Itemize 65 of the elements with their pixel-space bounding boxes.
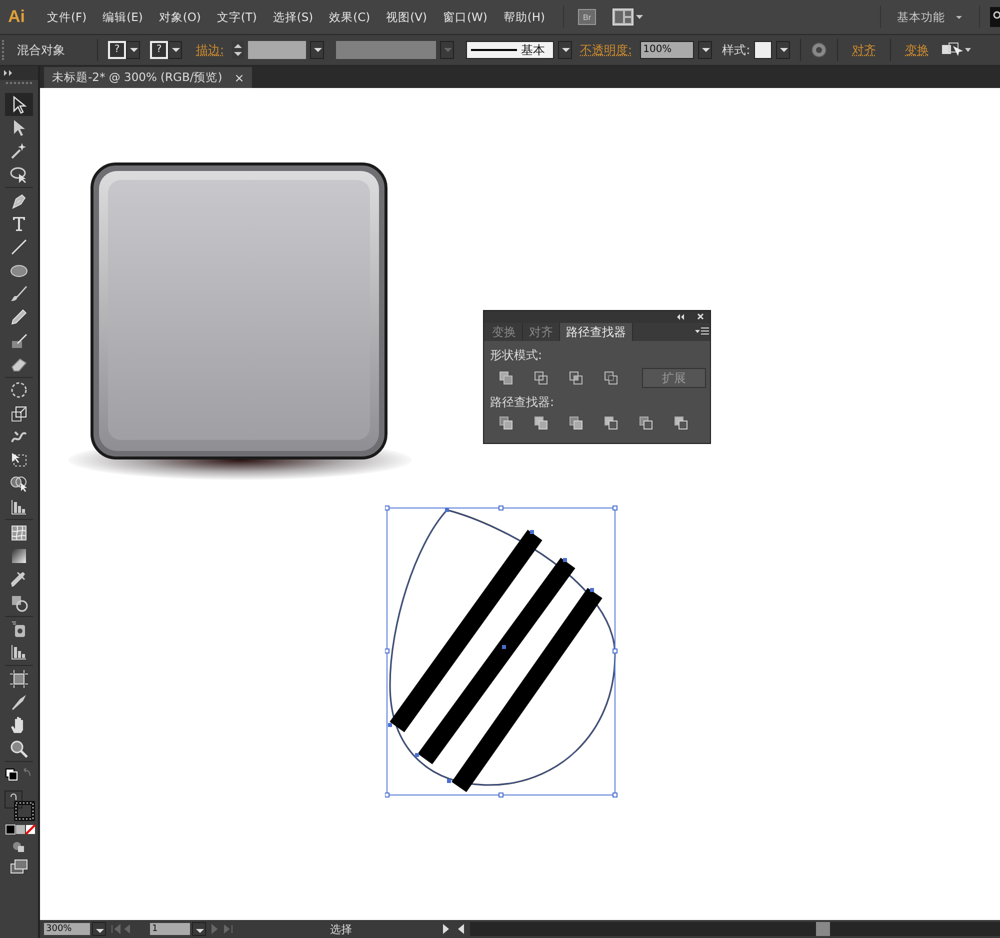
section-label: 形状模式:	[490, 347, 544, 364]
tool-button[interactable]	[5, 93, 33, 116]
panel-tab[interactable]: 路径查找器	[560, 323, 633, 341]
transform-link[interactable]: 变换	[905, 42, 930, 58]
opacity-link[interactable]: 不透明度:	[580, 42, 632, 58]
pathfinder-icon[interactable]	[603, 415, 619, 431]
menu-item[interactable]: 视图(V)	[378, 10, 436, 24]
stroke-swatch[interactable]: ?	[150, 41, 168, 59]
pathfinder-icon[interactable]	[498, 415, 514, 431]
fill-stroke-icon[interactable]	[2, 789, 36, 822]
isolate-icon[interactable]	[941, 42, 972, 58]
stroke-profile-dropdown[interactable]: 基本	[466, 41, 554, 59]
shape-mode-icon[interactable]	[533, 370, 549, 386]
menu-item[interactable]: 帮助(H)	[495, 10, 553, 24]
stroke-link[interactable]: 描边:	[196, 42, 224, 58]
variable-width-field[interactable]	[336, 41, 436, 59]
stroke-weight-field[interactable]	[248, 41, 306, 59]
line-icon	[9, 237, 29, 258]
rotate-icon	[9, 380, 29, 400]
scale-icon	[9, 404, 29, 424]
app-logo: Ai	[7, 7, 26, 27]
menu-item[interactable]: 文字(T)	[208, 10, 265, 24]
panel-menu-icon[interactable]	[694, 327, 710, 337]
status-text: 选择	[329, 922, 353, 936]
shape-mode-icon[interactable]	[498, 370, 514, 386]
pathfinder-icon[interactable]	[673, 415, 689, 431]
panel-controls-icon[interactable]	[676, 313, 706, 321]
document-tab[interactable]: 未标题-2* @ 300% (RGB/预览) ×	[44, 67, 252, 88]
scrollbar-thumb[interactable]	[816, 922, 830, 936]
expand-panel-icon[interactable]	[4, 70, 14, 76]
align-link[interactable]: 对齐	[852, 42, 876, 58]
pathfinder-icon[interactable]	[533, 415, 549, 431]
menu-item[interactable]: 对象(O)	[150, 10, 209, 24]
recolor-icon[interactable]	[811, 42, 828, 58]
artboard-icon	[9, 668, 29, 689]
lasso-icon	[9, 164, 29, 185]
mesh-icon	[9, 522, 29, 543]
menu-item[interactable]: 效果(C)	[321, 10, 378, 24]
opacity-field[interactable]: 100%	[640, 41, 694, 59]
menu-item[interactable]: 文件(F)	[39, 10, 95, 24]
stepper-icon[interactable]	[232, 41, 244, 59]
screen-mode-icon[interactable]	[9, 858, 29, 876]
style-swatch[interactable]	[754, 41, 772, 59]
pencil-icon	[9, 307, 29, 328]
caret-icon	[955, 14, 963, 20]
style-label: 样式:	[722, 42, 750, 58]
close-icon[interactable]: ×	[234, 70, 244, 84]
section-label: 路径查找器:	[490, 394, 556, 411]
menu-item[interactable]: 窗口(W)	[435, 10, 496, 24]
workspace-switcher[interactable]: 基本功能	[891, 10, 969, 24]
shape-mode-icon[interactable]	[603, 370, 619, 386]
arrange-documents-icon[interactable]	[612, 8, 644, 26]
bar-graph-icon	[9, 642, 29, 662]
zoom-field[interactable]: 300%	[44, 923, 90, 935]
fill-swatch[interactable]: ?	[108, 41, 126, 59]
selection-type-label: 混合对象	[17, 42, 66, 58]
pathfinder-icon[interactable]	[568, 415, 584, 431]
zoom-icon	[9, 738, 29, 759]
knife-icon	[9, 692, 29, 712]
artboard-field[interactable]: 1	[150, 923, 190, 935]
menu-item[interactable]: 编辑(E)	[94, 10, 151, 24]
menu-item[interactable]: 选择(S)	[264, 10, 322, 24]
shape-mode-icon[interactable]	[568, 370, 584, 386]
search-icon[interactable]	[990, 7, 1000, 27]
pathfinder-icon[interactable]	[638, 415, 654, 431]
